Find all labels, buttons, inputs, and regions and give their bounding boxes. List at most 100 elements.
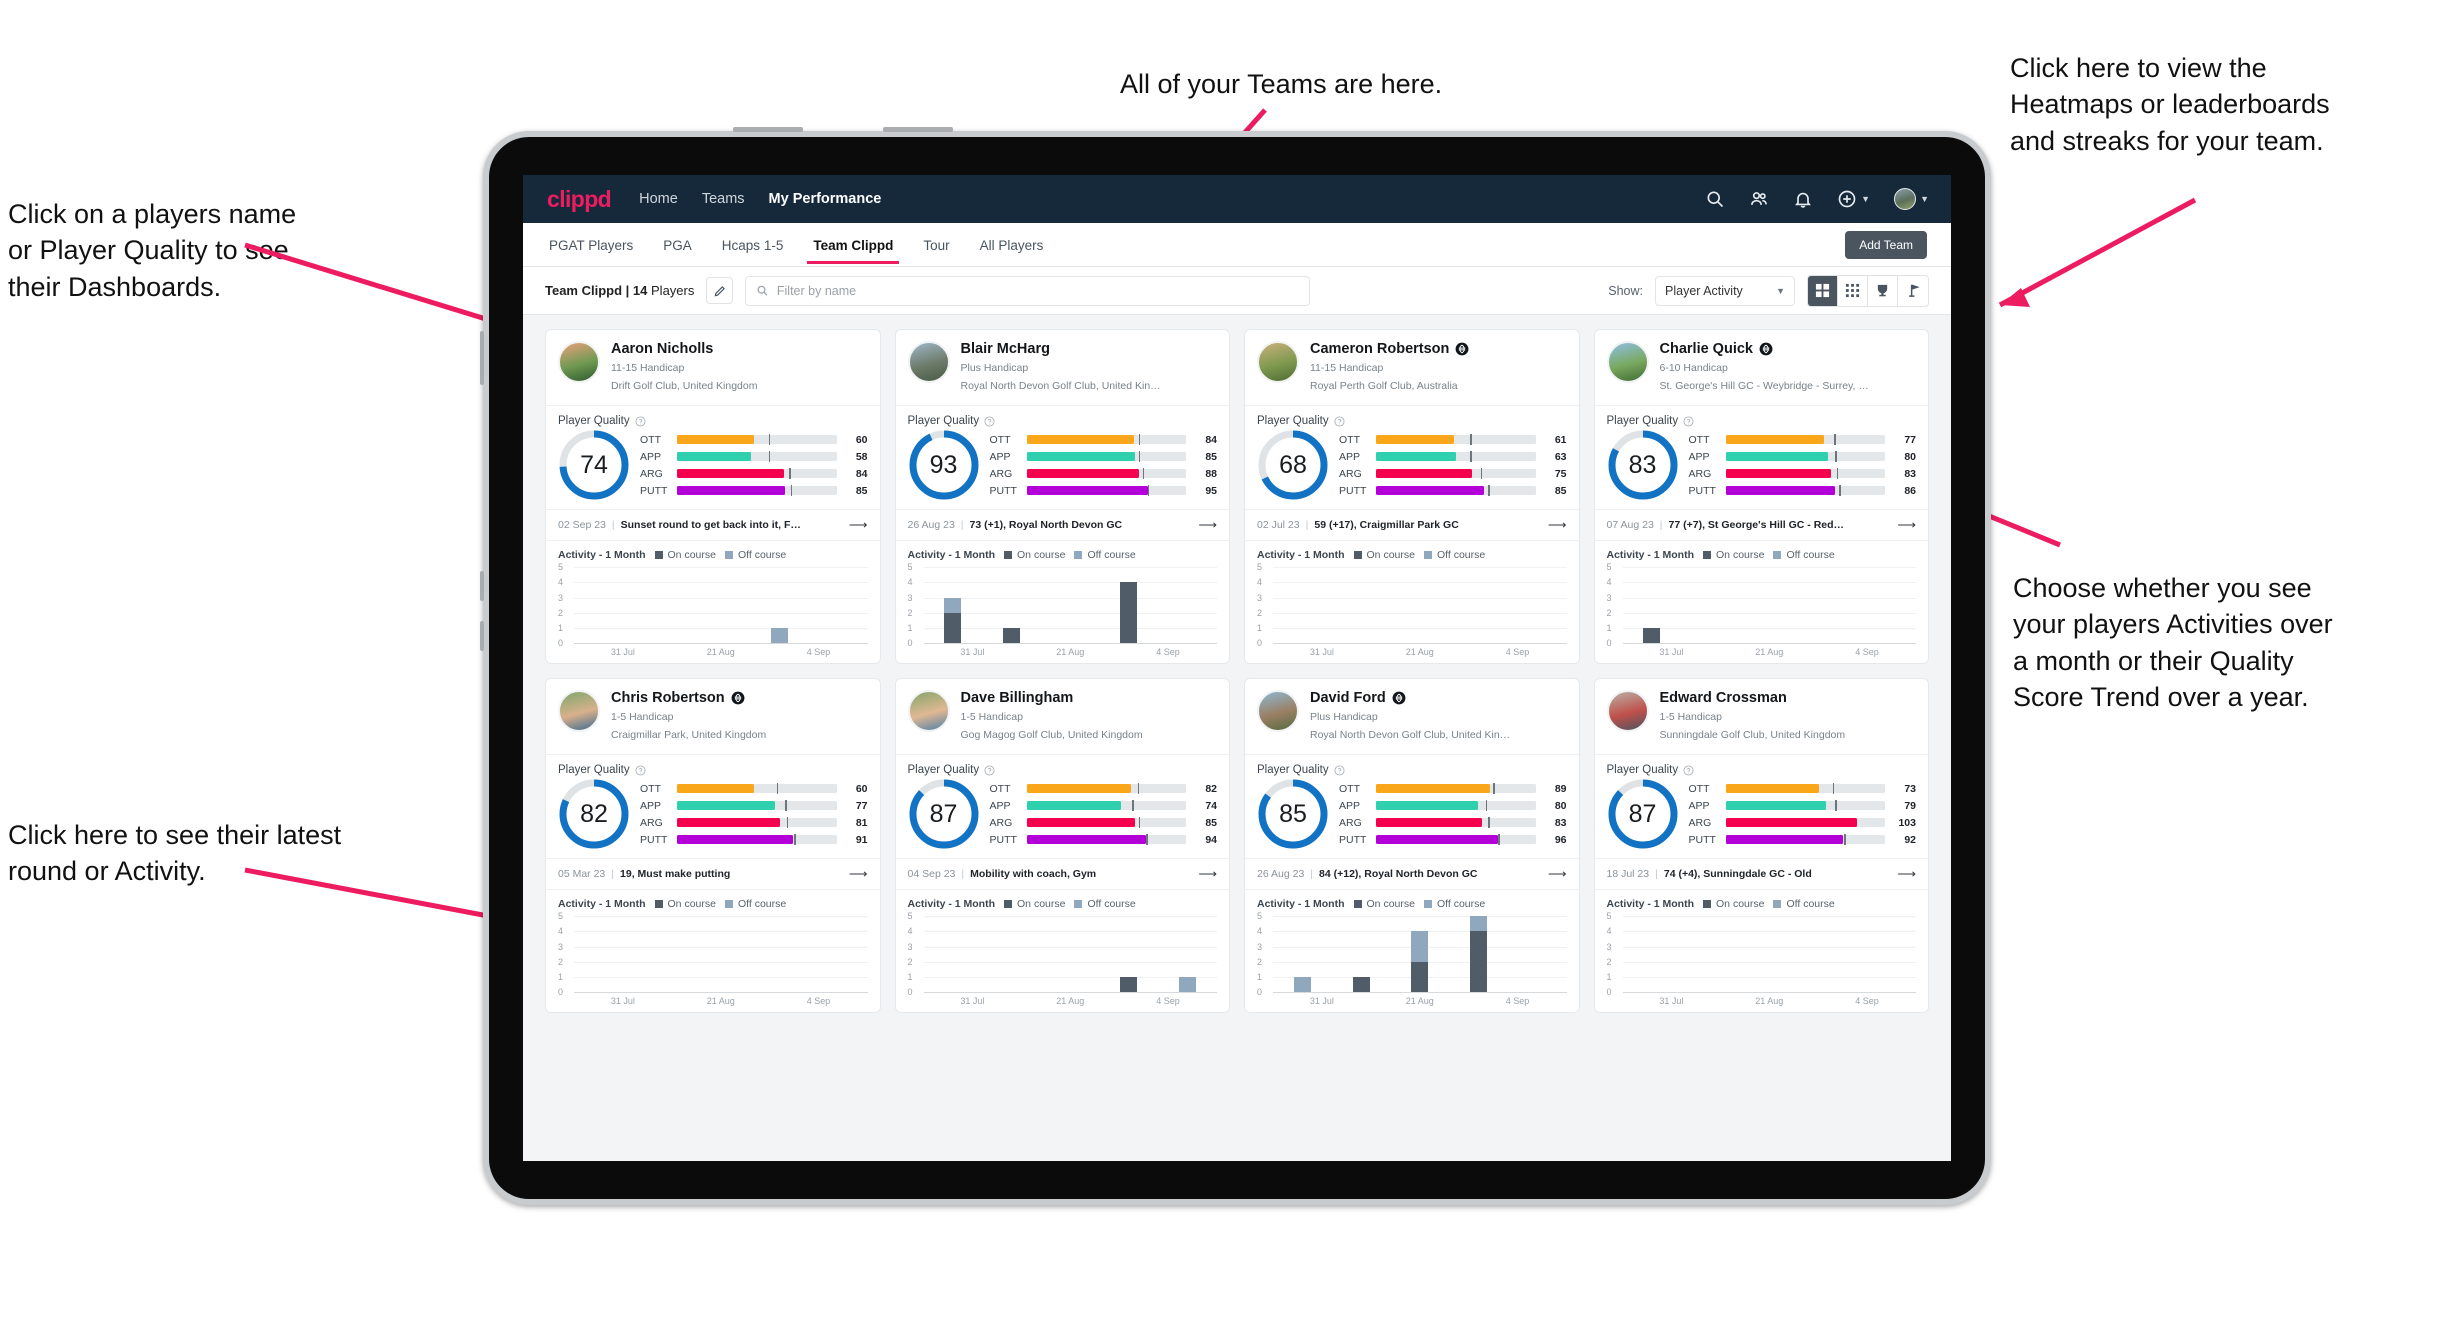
player-card[interactable]: Edward Crossman 1-5 Handicap Sunningdale… — [1593, 678, 1929, 1014]
latest-activity-row[interactable]: 26 Aug 23 | 73 (+1), Royal North Devon G… — [895, 509, 1229, 540]
arrow-right-icon[interactable]: ⟶ — [1548, 866, 1567, 882]
player-card-header[interactable]: Aaron Nicholls 11-15 Handicap Drift Golf… — [546, 330, 880, 407]
player-quality-body[interactable]: 87 OTT 73 APP 79 ARG 103 PUTT 92 — [1595, 778, 1929, 858]
player-card[interactable]: Aaron Nicholls 11-15 Handicap Drift Golf… — [545, 329, 881, 665]
player-card-header[interactable]: Cameron Robertson 11-15 Handicap Royal P… — [1245, 330, 1579, 407]
player-card-header[interactable]: Dave Billingham 1-5 Handicap Gog Magog G… — [895, 679, 1229, 756]
player-name[interactable]: Blair McHarg — [961, 341, 1050, 358]
tab-tour[interactable]: Tour — [921, 226, 951, 263]
player-name-row[interactable]: Chris Robertson — [611, 690, 766, 707]
legend-on-course: On course — [654, 898, 716, 910]
metric-bars: OTT 84 APP 85 ARG 88 PUTT 95 — [990, 434, 1218, 497]
player-handicap: 1-5 Handicap — [960, 710, 1023, 723]
trophy-view-icon[interactable] — [1868, 275, 1898, 306]
metric-row: OTT 60 — [640, 783, 868, 795]
player-card-header[interactable]: Chris Robertson 1-5 Handicap Craigmillar… — [546, 679, 880, 756]
arrow-right-icon[interactable]: ⟶ — [849, 517, 868, 533]
player-quality-body[interactable]: 93 OTT 84 APP 85 ARG 88 PUTT 95 — [896, 429, 1230, 509]
arrow-right-icon[interactable]: ⟶ — [1548, 517, 1567, 533]
player-card[interactable]: Blair McHarg Plus Handicap Royal North D… — [894, 329, 1230, 665]
search-input[interactable] — [776, 283, 1300, 298]
arrow-right-icon[interactable]: ⟶ — [849, 866, 868, 882]
dots-grid-view-icon[interactable] — [1838, 275, 1868, 306]
nav-link-my-performance[interactable]: My Performance — [769, 191, 882, 207]
bell-icon[interactable] — [1793, 189, 1813, 209]
player-name-row[interactable]: David Ford — [1310, 690, 1510, 707]
help-icon[interactable] — [1334, 765, 1345, 776]
tab-hcaps-1-5[interactable]: Hcaps 1-5 — [720, 226, 786, 263]
player-quality-body[interactable]: 87 OTT 82 APP 74 ARG 85 PUTT 94 — [896, 778, 1230, 858]
metric-label: PUTT — [1339, 833, 1367, 846]
latest-activity-row[interactable]: 02 Sep 23 | Sunset round to get back int… — [546, 509, 880, 540]
player-avatar — [1257, 690, 1299, 733]
player-name[interactable]: Aaron Nicholls — [611, 341, 713, 358]
player-name[interactable]: Charlie Quick — [1660, 341, 1753, 358]
player-card[interactable]: Dave Billingham 1-5 Handicap Gog Magog G… — [894, 678, 1230, 1014]
help-icon[interactable] — [984, 765, 995, 776]
search-field[interactable] — [745, 275, 1311, 306]
metric-value: 80 — [1904, 450, 1916, 463]
player-card[interactable]: David Ford Plus Handicap Royal North Dev… — [1244, 678, 1580, 1014]
y-tick: 4 — [1606, 577, 1612, 588]
player-card-header[interactable]: Blair McHarg Plus Handicap Royal North D… — [895, 330, 1229, 407]
player-name-row[interactable]: Dave Billingham — [961, 690, 1143, 707]
clippd-logo[interactable]: clippd — [547, 186, 612, 213]
latest-activity-row[interactable]: 18 Jul 23 | 74 (+4), Sunningdale GC - Ol… — [1594, 858, 1928, 889]
latest-activity-row[interactable]: 02 Jul 23 | 59 (+17), Craigmillar Park G… — [1245, 509, 1579, 540]
arrow-right-icon[interactable]: ⟶ — [1897, 517, 1916, 533]
player-card-header[interactable]: David Ford Plus Handicap Royal North Dev… — [1245, 679, 1579, 756]
metric-value: 73 — [1904, 782, 1916, 795]
help-icon[interactable] — [635, 416, 646, 427]
avatar[interactable]: ▼ — [1894, 188, 1929, 210]
nav-link-teams[interactable]: Teams — [702, 191, 745, 207]
search-icon[interactable] — [1705, 189, 1725, 209]
player-card[interactable]: Charlie Quick 6-10 Handicap St. George's… — [1593, 329, 1929, 665]
tab-pgat-players[interactable]: PGAT Players — [547, 226, 635, 263]
metric-value: 60 — [855, 433, 868, 446]
player-name-row[interactable]: Blair McHarg — [961, 341, 1161, 358]
player-card[interactable]: Chris Robertson 1-5 Handicap Craigmillar… — [545, 678, 881, 1014]
arrow-right-icon[interactable]: ⟶ — [1198, 866, 1217, 882]
tab-team-clippd[interactable]: Team Clippd — [807, 226, 900, 264]
arrow-right-icon[interactable]: ⟶ — [1198, 517, 1217, 533]
tab-all-players[interactable]: All Players — [978, 226, 1046, 263]
player-name[interactable]: David Ford — [1310, 690, 1386, 707]
people-icon[interactable] — [1749, 189, 1769, 209]
player-quality-body[interactable]: 74 OTT 60 APP 58 ARG 84 PUTT 85 — [546, 429, 880, 509]
help-icon[interactable] — [635, 765, 646, 776]
player-name[interactable]: Dave Billingham — [961, 690, 1074, 707]
metric-value: 85 — [1554, 484, 1567, 497]
player-name-row[interactable]: Charlie Quick — [1660, 341, 1869, 358]
player-name-row[interactable]: Aaron Nicholls — [611, 341, 757, 358]
player-quality-body[interactable]: 82 OTT 60 APP 77 ARG 81 PUTT 91 — [546, 778, 880, 858]
nav-link-home[interactable]: Home — [639, 191, 678, 207]
latest-activity-row[interactable]: 04 Sep 23 | Mobility with coach, Gym ⟶ — [895, 858, 1229, 889]
player-name-row[interactable]: Edward Crossman — [1660, 690, 1846, 707]
player-card[interactable]: Cameron Robertson 11-15 Handicap Royal P… — [1244, 329, 1580, 665]
player-name-row[interactable]: Cameron Robertson — [1310, 341, 1469, 358]
arrow-right-icon[interactable]: ⟶ — [1897, 866, 1916, 882]
player-name[interactable]: Edward Crossman — [1660, 690, 1787, 707]
player-name[interactable]: Cameron Robertson — [1310, 341, 1449, 358]
add-team-button[interactable]: Add Team — [1845, 230, 1927, 259]
player-name[interactable]: Chris Robertson — [611, 690, 725, 707]
help-icon[interactable] — [1334, 416, 1345, 427]
help-icon[interactable] — [984, 416, 995, 427]
player-quality-body[interactable]: 83 OTT 77 APP 80 ARG 83 PUTT 86 — [1595, 429, 1929, 509]
help-icon[interactable] — [1683, 416, 1694, 427]
help-icon[interactable] — [1683, 765, 1694, 776]
player-quality-body[interactable]: 85 OTT 89 APP 80 ARG 83 PUTT 96 — [1245, 778, 1579, 858]
latest-activity-row[interactable]: 26 Aug 23 | 84 (+12), Royal North Devon … — [1245, 858, 1579, 889]
edit-team-button[interactable] — [706, 277, 734, 304]
flag-view-icon[interactable] — [1898, 275, 1928, 306]
player-quality-body[interactable]: 68 OTT 61 APP 63 ARG 75 PUTT 85 — [1245, 429, 1579, 509]
latest-activity-row[interactable]: 05 Mar 23 | 19, Must make putting ⟶ — [546, 858, 880, 889]
show-select[interactable]: Player Activity ▼ — [1655, 275, 1795, 306]
plus-circle-icon[interactable]: ▼ — [1837, 189, 1870, 209]
activity-section: Activity - 1 Month On course Off course … — [895, 889, 1229, 1012]
tab-pga[interactable]: PGA — [661, 226, 694, 263]
player-card-header[interactable]: Charlie Quick 6-10 Handicap St. George's… — [1594, 330, 1928, 407]
player-card-header[interactable]: Edward Crossman 1-5 Handicap Sunningdale… — [1594, 679, 1928, 756]
grid-view-icon[interactable] — [1808, 275, 1838, 306]
latest-activity-row[interactable]: 07 Aug 23 | 77 (+7), St George's Hill GC… — [1594, 509, 1928, 540]
